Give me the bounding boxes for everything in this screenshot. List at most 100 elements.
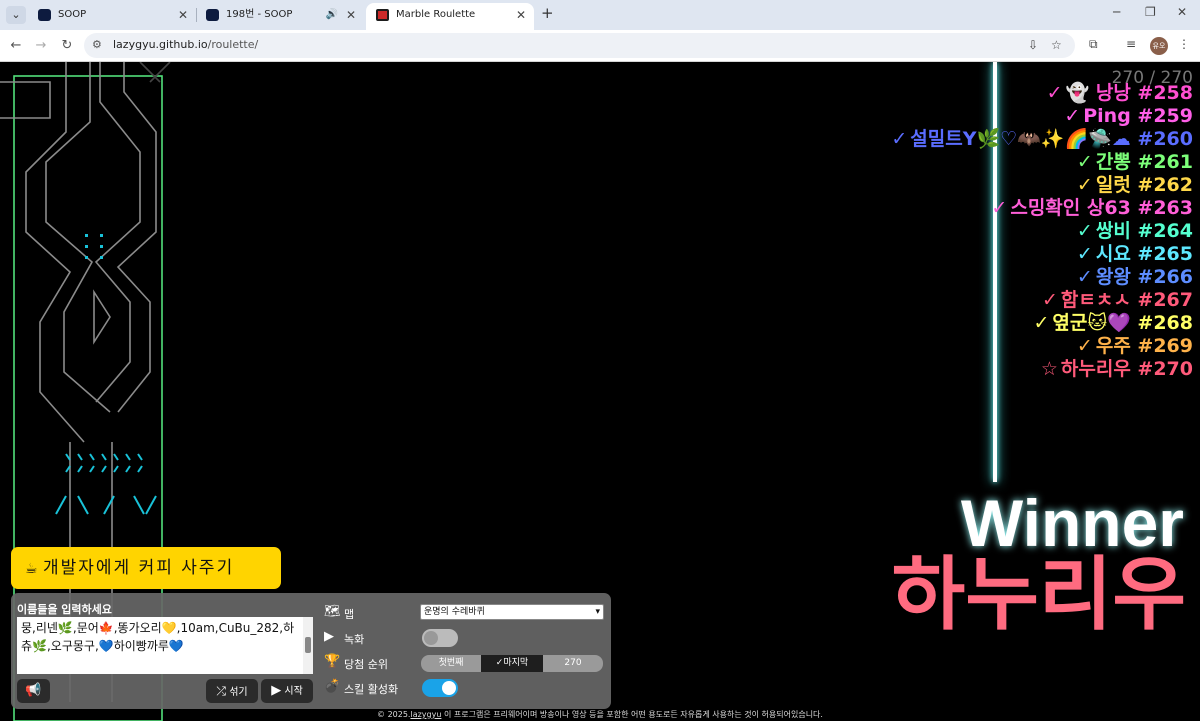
restore-icon[interactable]: ❐: [1145, 5, 1156, 19]
top-right-wall: [139, 62, 171, 83]
close-tab-icon[interactable]: ✕: [346, 3, 356, 27]
cyan-ramps: [55, 453, 157, 515]
ranking-row: ✓ 시요 #265: [891, 243, 1193, 266]
map-select[interactable]: 운명의 수레바퀴 ▾: [420, 604, 604, 620]
ranking-entry: 간뽕 #261: [1095, 151, 1193, 173]
ranking-entry: 함ㅌㅊㅅ #267: [1060, 289, 1193, 311]
speaker-icon[interactable]: 🔊: [326, 3, 338, 27]
announce-button[interactable]: 📢: [17, 679, 50, 703]
buy-coffee-button[interactable]: ☕ 개발자에게 커피 사주기: [11, 547, 281, 589]
tab-soop-198[interactable]: 198번 - SOOP 🔊 ✕: [196, 3, 364, 30]
checkmark-icon: ✓: [1064, 105, 1081, 127]
scrollbar-thumb[interactable]: [305, 637, 311, 653]
ranking-row: ✓ 옆군🐱💜 #268: [891, 312, 1193, 335]
ranking-entry: Ping #259: [1083, 105, 1193, 127]
shuffle-button[interactable]: ⤮ 섞기: [206, 679, 258, 703]
ranking-row: ✓ 함ㅌㅊㅅ #267: [891, 289, 1193, 312]
bomb-icon: 💣: [324, 679, 341, 694]
new-tab-button[interactable]: +: [541, 4, 554, 22]
close-tab-icon[interactable]: ✕: [516, 3, 526, 27]
checkmark-icon: ✓: [1076, 335, 1093, 357]
close-window-icon[interactable]: ✕: [1177, 5, 1187, 19]
install-app-icon[interactable]: ⇩: [1028, 38, 1038, 52]
site-info-icon[interactable]: ⚙: [92, 38, 102, 51]
video-camera-icon: ▶: [324, 629, 334, 644]
forward-arrow-icon[interactable]: →: [31, 36, 51, 56]
soop-favicon-icon: [206, 9, 219, 21]
names-text: 뭉,리넨🌿,문어🍁,똥가오리💛,10am,CuBu_282,하츄🌿,오구몽구,💙…: [21, 621, 295, 653]
minimize-icon[interactable]: ─: [1113, 5, 1120, 19]
profile-avatar[interactable]: 유오: [1150, 37, 1168, 55]
coffee-cup-icon: ☕: [25, 561, 40, 577]
rank-label: 당첨 순위: [344, 658, 388, 671]
checkmark-icon: ✓: [1076, 243, 1093, 265]
marble-favicon-icon: [376, 9, 389, 21]
tab-soop[interactable]: SOOP ✕: [28, 3, 196, 30]
ranking-entry: 쌍비 #264: [1095, 220, 1193, 242]
author-link[interactable]: lazygyu: [410, 710, 441, 719]
names-scrollbar[interactable]: [303, 617, 313, 674]
more-menu-icon[interactable]: ⋮: [1178, 37, 1190, 51]
ranking-row: ✓ 👻 낭낭 #258: [891, 82, 1193, 105]
record-toggle[interactable]: [422, 629, 458, 647]
ranking-row: ✓ 설밀트Y🌿♡🦇✨🌈🛸☁ #260: [891, 128, 1193, 151]
start-button[interactable]: ▶ 시작: [261, 679, 313, 703]
rank-last-option[interactable]: ✓마지막: [481, 655, 543, 672]
url-field[interactable]: ⚙ lazygyu.github.io/roulette/ ⇩ ☆: [84, 33, 1075, 58]
skill-toggle[interactable]: [422, 679, 458, 697]
shuffle-icon: ⤮: [216, 684, 226, 698]
checkmark-icon: ✓: [1046, 82, 1063, 104]
close-tab-icon[interactable]: ✕: [178, 3, 188, 27]
tab-title: 198번 - SOOP: [226, 9, 293, 20]
ranking-entry: 스밍확인 상63 #263: [1010, 197, 1193, 219]
ranking-row: ✓ 쌍비 #264: [891, 220, 1193, 243]
ranking-row: ✓ Ping #259: [891, 105, 1193, 128]
footer-text: 이 프로그램은 프리웨어이며 방송이나 영상 등을 포함한 어떤 용도로든 자유…: [441, 710, 823, 719]
bookmark-star-icon[interactable]: ☆: [1051, 38, 1062, 52]
rank-number-input[interactable]: 270: [543, 655, 603, 672]
right-zigzag-wall: [94, 62, 141, 403]
map-value: 운명의 수레바퀴: [424, 607, 485, 617]
start-label: 시작: [284, 686, 303, 697]
names-label: 이름들을 입력하세요: [17, 603, 112, 616]
checkmark-icon: ✓: [991, 197, 1008, 219]
tab-search-button[interactable]: ⌄: [6, 6, 26, 24]
reload-icon[interactable]: ↻: [57, 36, 77, 56]
ranking-row: ✓ 간뽕 #261: [891, 151, 1193, 174]
cyan-pegs: [85, 234, 103, 259]
ranking-entry: 왕왕 #266: [1095, 266, 1193, 288]
top-left-wall: [0, 81, 51, 119]
rank-selector: 첫번째 ✓마지막 270: [421, 655, 603, 672]
checkmark-icon: ✓: [1076, 266, 1093, 288]
checkmark-icon: ✓: [1076, 151, 1093, 173]
footer-notice: © 2025.lazygyu 이 프로그램은 프리웨어이며 방송이나 영상 등을…: [0, 709, 1200, 720]
tab-title: Marble Roulette: [396, 9, 476, 20]
roulette-canvas[interactable]: 270 / 270 ✓ 👻 낭낭 #258 ✓ Ping #259 ✓ 설밀트Y🌿♡🦇✨🌈…: [0, 62, 1200, 721]
checkmark-icon: ✓: [1033, 312, 1050, 334]
url-path: /roulette/: [207, 38, 259, 51]
url-text: lazygyu.github.io/roulette/: [113, 38, 258, 51]
ranking-entry: 일럿 #262: [1095, 174, 1193, 196]
tab-title: SOOP: [58, 9, 87, 20]
ranking-row: ☆ 하누리우 #270: [891, 358, 1193, 381]
map-label: 맵: [344, 608, 355, 621]
names-textarea[interactable]: 뭉,리넨🌿,문어🍁,똥가오리💛,10am,CuBu_282,하츄🌿,오구몽구,💙…: [17, 617, 313, 674]
back-arrow-icon[interactable]: ←: [6, 36, 26, 56]
map-icon: 🗺: [324, 604, 341, 619]
control-panel: 이름들을 입력하세요 뭉,리넨🌿,문어🍁,똥가오리💛,10am,CuBu_282…: [11, 593, 611, 709]
extensions-icon[interactable]: ⧉: [1089, 37, 1098, 52]
ranking-row: ✓ 스밍확인 상63 #263: [891, 197, 1193, 220]
chevron-down-icon: ▾: [595, 607, 600, 617]
winner-name: 하누리우: [891, 548, 1186, 641]
media-control-icon[interactable]: ≡: [1126, 37, 1136, 51]
tab-marble-roulette[interactable]: Marble Roulette ✕: [366, 3, 534, 30]
checkmark-icon: ✓: [1041, 289, 1058, 311]
soop-favicon-icon: [38, 9, 51, 21]
rank-first-option[interactable]: 첫번째: [421, 655, 481, 672]
ranking-entry: 우주 #269: [1095, 335, 1193, 357]
footer-copyright: © 2025.: [377, 710, 411, 719]
ranking-entry: 시요 #265: [1095, 243, 1193, 265]
trophy-icon: 🏆: [324, 654, 341, 669]
play-icon: ▶: [271, 683, 282, 698]
checkmark-icon: ✓: [1076, 174, 1093, 196]
